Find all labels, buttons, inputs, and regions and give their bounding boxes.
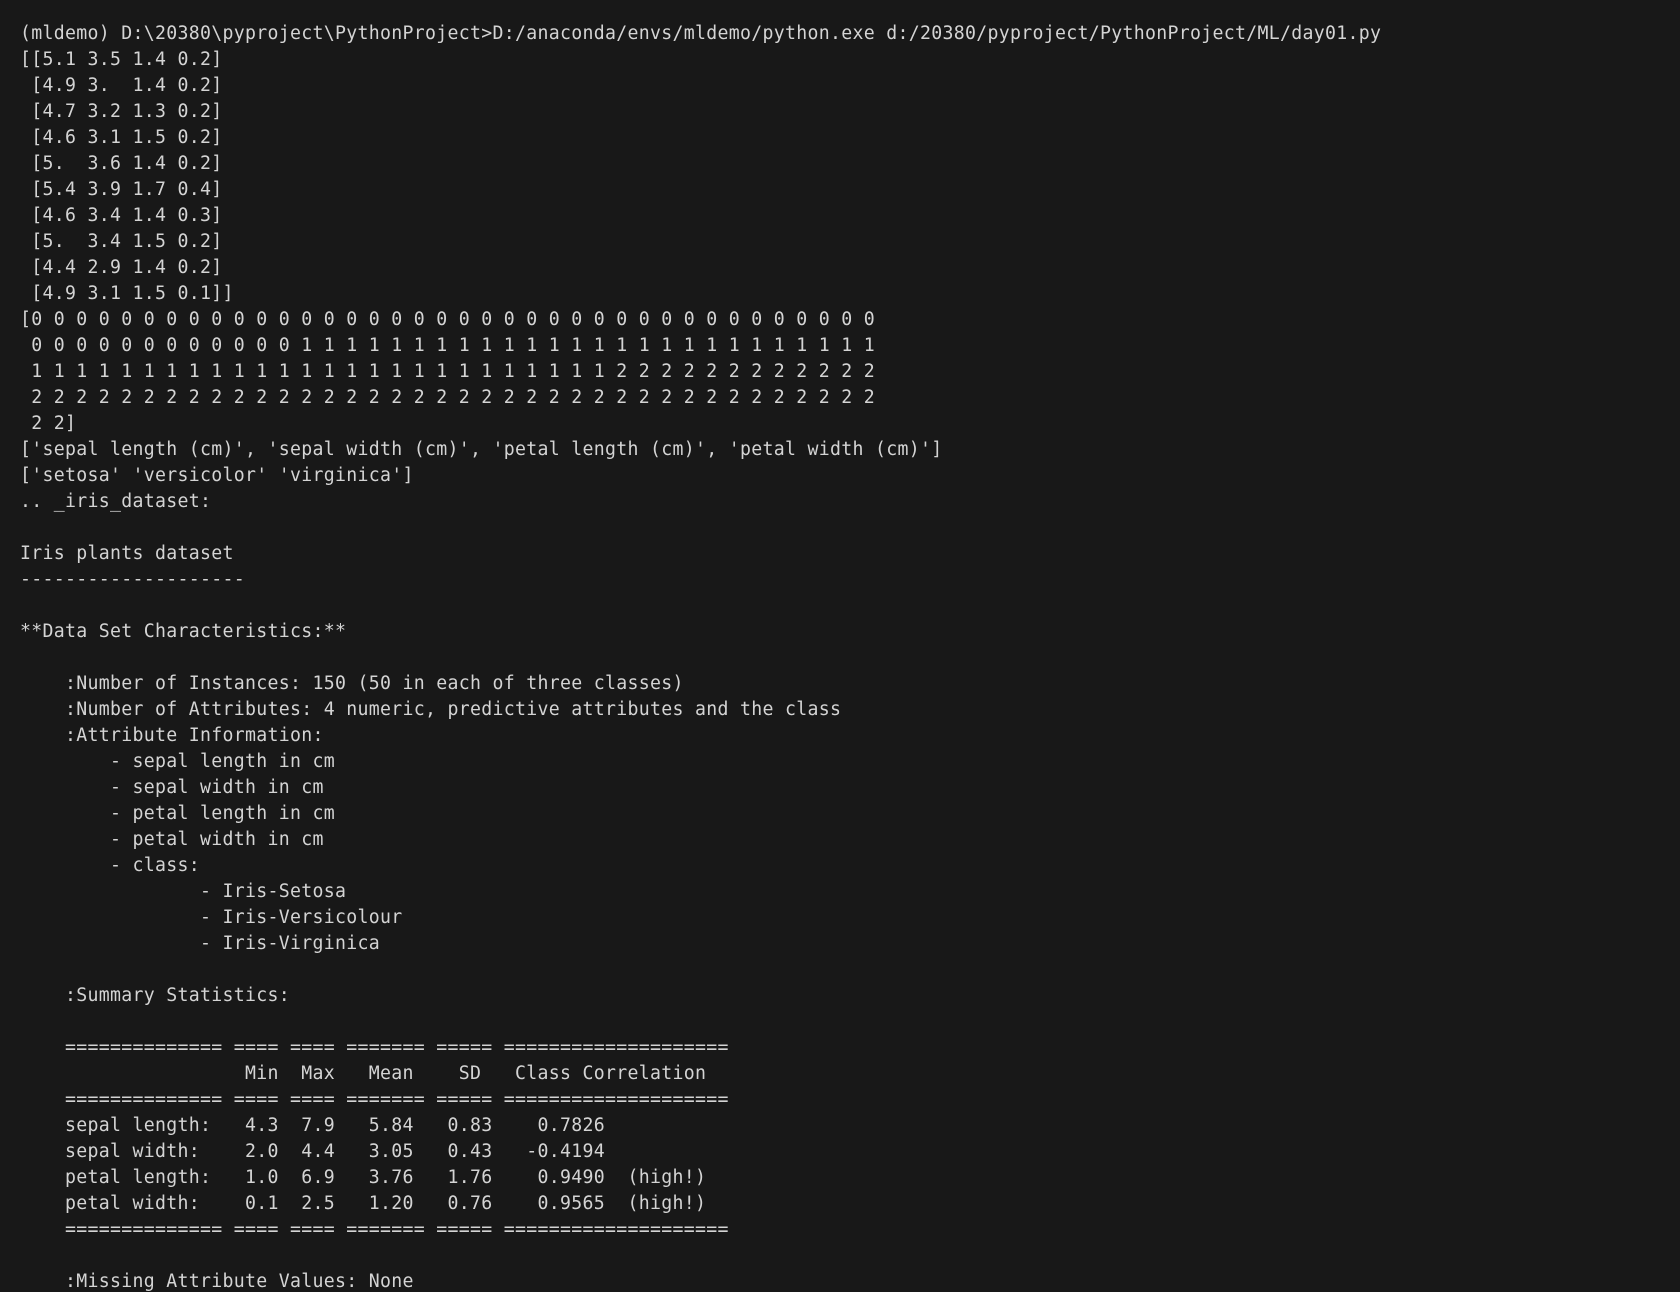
terminal-line: [4.6 3.1 1.5 0.2] (20, 127, 223, 148)
terminal-line: [[5.1 3.5 1.4 0.2] (20, 49, 223, 70)
terminal-line: - Iris-Versicolour (20, 907, 403, 928)
terminal-line: - petal width in cm (20, 829, 324, 850)
terminal-line-command: (mldemo) D:\20380\pyproject\PythonProjec… (20, 23, 1382, 44)
terminal-line: [4.4 2.9 1.4 0.2] (20, 257, 223, 278)
terminal-line: [5. 3.6 1.4 0.2] (20, 153, 223, 174)
terminal-line: ============== ==== ==== ======= ===== =… (20, 1089, 729, 1110)
terminal-line: Iris plants dataset (20, 543, 234, 564)
terminal-line: ['setosa' 'versicolor' 'virginica'] (20, 465, 414, 486)
terminal-line: - class: (20, 855, 200, 876)
terminal-line: **Data Set Characteristics:** (20, 621, 347, 642)
terminal-line: 2 2 2 2 2 2 2 2 2 2 2 2 2 2 2 2 2 2 2 2 … (20, 387, 875, 408)
terminal-line: :Attribute Information: (20, 725, 324, 746)
terminal-line: ============== ==== ==== ======= ===== =… (20, 1037, 729, 1058)
terminal-line: 1 1 1 1 1 1 1 1 1 1 1 1 1 1 1 1 1 1 1 1 … (20, 361, 875, 382)
terminal-line: [4.7 3.2 1.3 0.2] (20, 101, 223, 122)
terminal-line: :Number of Attributes: 4 numeric, predic… (20, 699, 842, 720)
terminal-line: [4.6 3.4 1.4 0.3] (20, 205, 223, 226)
terminal-line: - sepal width in cm (20, 777, 324, 798)
terminal-line: [5.4 3.9 1.7 0.4] (20, 179, 223, 200)
terminal-line: ============== ==== ==== ======= ===== =… (20, 1219, 729, 1240)
terminal-line: sepal width: 2.0 4.4 3.05 0.43 -0.4194 (20, 1141, 605, 1162)
terminal-line: - petal length in cm (20, 803, 335, 824)
terminal-line: [5. 3.4 1.5 0.2] (20, 231, 223, 252)
terminal-line: 0 0 0 0 0 0 0 0 0 0 0 0 1 1 1 1 1 1 1 1 … (20, 335, 875, 356)
terminal-line: .. _iris_dataset: (20, 491, 212, 512)
terminal-line: [4.9 3. 1.4 0.2] (20, 75, 223, 96)
terminal-line: :Summary Statistics: (20, 985, 290, 1006)
terminal-line: [0 0 0 0 0 0 0 0 0 0 0 0 0 0 0 0 0 0 0 0… (20, 309, 875, 330)
terminal-line: petal width: 0.1 2.5 1.20 0.76 0.9565 (h… (20, 1193, 707, 1214)
terminal-line: petal length: 1.0 6.9 3.76 1.76 0.9490 (… (20, 1167, 707, 1188)
terminal-line: - sepal length in cm (20, 751, 335, 772)
terminal-output: (mldemo) D:\20380\pyproject\PythonProjec… (0, 0, 1680, 1292)
terminal-line: - Iris-Setosa (20, 881, 347, 902)
terminal-line: 2 2] (20, 413, 77, 434)
terminal-line: - Iris-Virginica (20, 933, 380, 954)
terminal-line: :Number of Instances: 150 (50 in each of… (20, 673, 684, 694)
terminal-line: sepal length: 4.3 7.9 5.84 0.83 0.7826 (20, 1115, 605, 1136)
terminal-line: Min Max Mean SD Class Correlation (20, 1063, 707, 1084)
terminal-line: -------------------- (20, 569, 245, 590)
terminal-line: ['sepal length (cm)', 'sepal width (cm)'… (20, 439, 943, 460)
terminal-line: :Missing Attribute Values: None (20, 1271, 414, 1292)
terminal-line: [4.9 3.1 1.5 0.1]] (20, 283, 234, 304)
terminal-window[interactable]: (mldemo) D:\20380\pyproject\PythonProjec… (0, 0, 1680, 1292)
